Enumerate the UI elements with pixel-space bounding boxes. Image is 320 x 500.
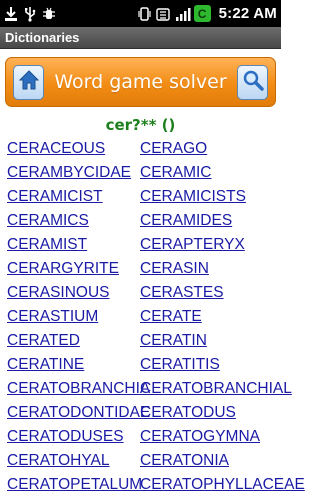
word-list: CERACEOUS CERAGO CERAMBYCIDAE CERAMIC CERAMI… <box>7 137 305 497</box>
status-bar: C 5:22 AM <box>0 0 281 27</box>
word-link[interactable]: CERATOBRANCHIA <box>7 377 150 401</box>
word-link[interactable]: CERAMICS <box>7 209 140 233</box>
word-link[interactable]: CERATE <box>140 305 281 329</box>
word-link[interactable]: CERATOPHYLLACEAE <box>140 473 305 497</box>
word-link[interactable]: CERATED <box>7 329 140 353</box>
word-link[interactable]: CERATIN <box>140 329 281 353</box>
word-link[interactable]: CERAMIST <box>7 233 140 257</box>
vibrate-icon <box>137 6 151 22</box>
word-link[interactable]: CERATOPETALUM <box>7 473 142 497</box>
word-link[interactable]: CERAMICIST <box>7 185 140 209</box>
word-link[interactable]: CERASIN <box>140 257 281 281</box>
home-button[interactable] <box>13 64 44 100</box>
word-link[interactable]: CERASTES <box>140 281 281 305</box>
word-link[interactable]: CERATOBRANCHIAL <box>140 377 292 401</box>
clock: 5:22 AM <box>218 5 277 22</box>
word-link[interactable]: CERARGYRITE <box>7 257 140 281</box>
word-link[interactable]: CERASINOUS <box>7 281 140 305</box>
battery-icon: C <box>193 5 211 22</box>
search-button[interactable] <box>237 64 268 100</box>
word-link[interactable]: CERAMIDES <box>140 209 281 233</box>
word-link[interactable]: CERAMBYCIDAE <box>7 161 140 185</box>
banner-title: Word game solver <box>54 71 227 93</box>
word-link[interactable]: CERAGO <box>140 137 281 161</box>
word-link[interactable]: CERAMICISTS <box>140 185 281 209</box>
word-link[interactable]: CERACEOUS <box>7 137 140 161</box>
word-link[interactable]: CERATODONTIDAE <box>7 401 150 425</box>
word-link[interactable]: CERATOHYAL <box>7 449 140 473</box>
home-icon <box>18 69 40 96</box>
app-title: Dictionaries <box>5 30 80 45</box>
word-link[interactable]: CERATOGYMNA <box>140 425 281 449</box>
word-link[interactable]: CERAMIC <box>140 161 281 185</box>
signal-icon <box>175 6 191 22</box>
app-title-bar: Dictionaries <box>0 27 281 49</box>
query-pattern: cer?** () <box>105 116 176 134</box>
word-link[interactable]: CERATITIS <box>140 353 281 377</box>
wifi-icon <box>155 6 170 22</box>
download-icon <box>4 6 18 22</box>
battery-label: C <box>197 6 207 21</box>
word-link[interactable]: CERATODUS <box>140 401 281 425</box>
word-link[interactable]: CERASTIUM <box>7 305 140 329</box>
word-link[interactable]: CERATONIA <box>140 449 281 473</box>
usb-icon <box>23 6 37 22</box>
word-link[interactable]: CERATODUSES <box>7 425 140 449</box>
status-bar-system: C 5:22 AM <box>137 5 277 22</box>
debug-icon <box>42 6 56 22</box>
search-icon <box>242 69 264 96</box>
word-game-banner: Word game solver <box>5 57 276 107</box>
word-link[interactable]: CERATINE <box>7 353 140 377</box>
word-link[interactable]: CERAPTERYX <box>140 233 281 257</box>
status-bar-notifications <box>4 6 56 22</box>
